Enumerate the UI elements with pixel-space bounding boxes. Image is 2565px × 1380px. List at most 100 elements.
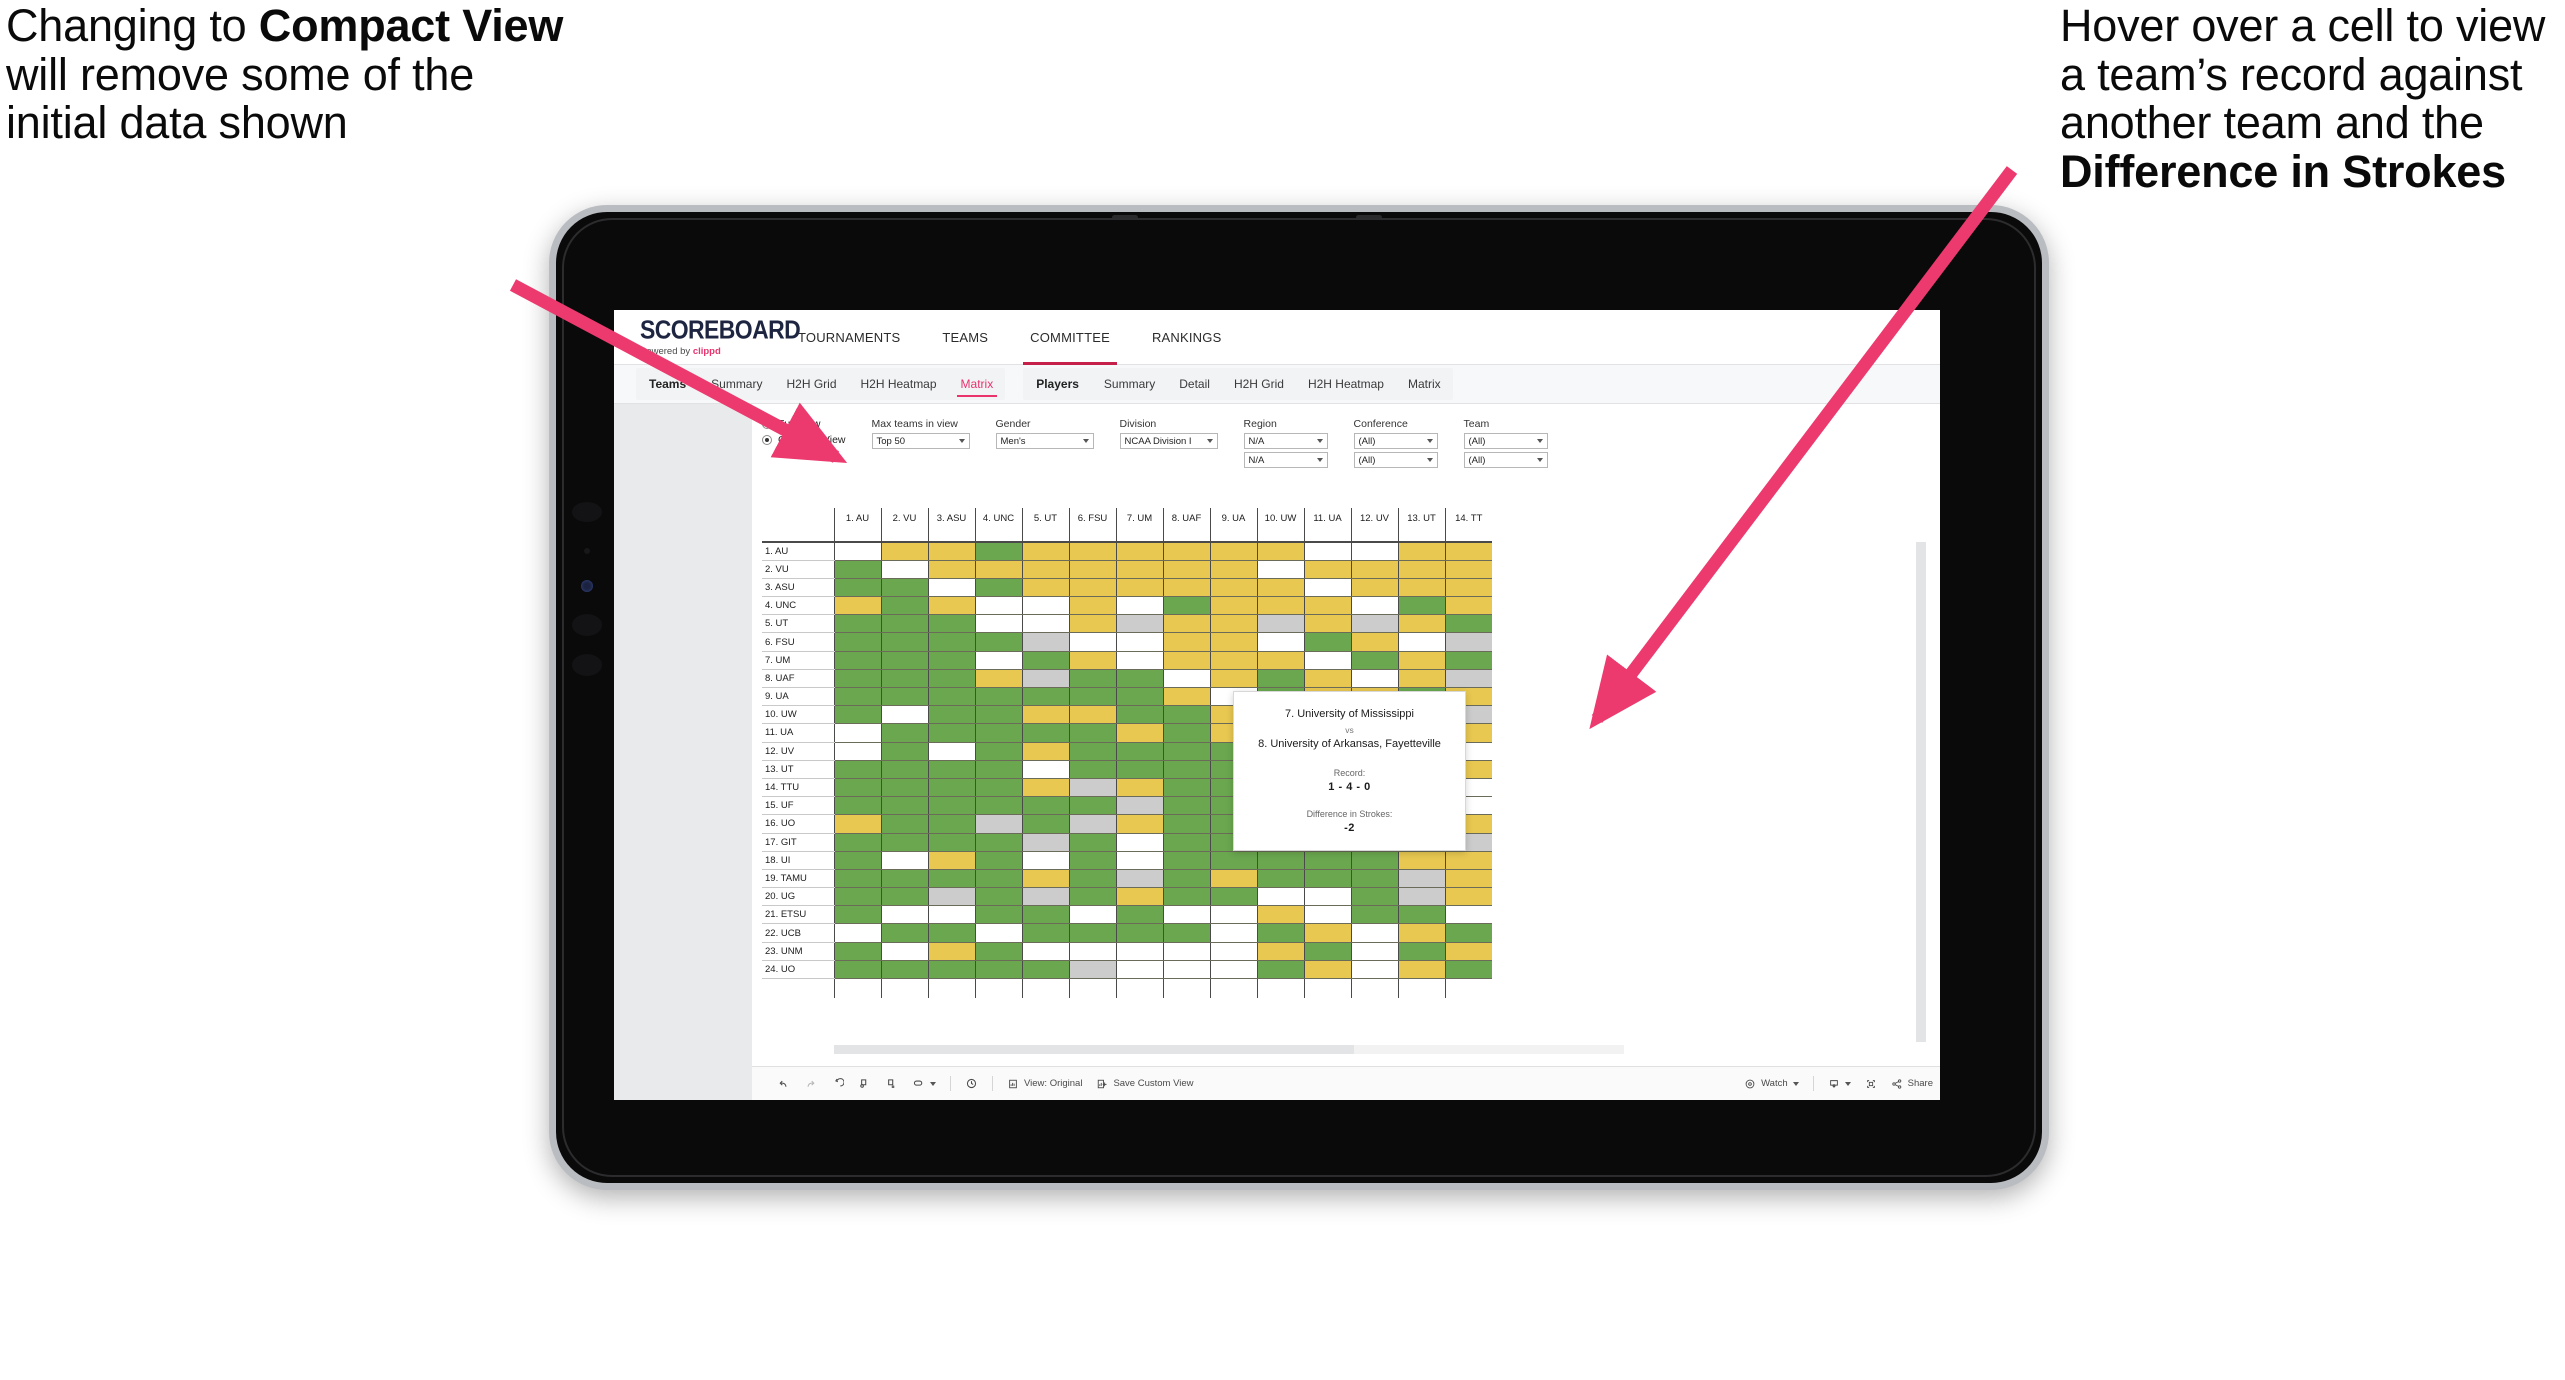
matrix-cell[interactable]: [1350, 651, 1398, 670]
matrix-cell[interactable]: [1162, 687, 1210, 707]
matrix-cell[interactable]: [1115, 669, 1163, 689]
matrix-cell[interactable]: [1021, 560, 1069, 579]
matrix-cell[interactable]: [974, 796, 1022, 816]
region-select-2[interactable]: N/A: [1243, 452, 1328, 468]
matrix-cell[interactable]: [833, 632, 881, 652]
division-select[interactable]: NCAA Division I: [1119, 433, 1218, 449]
matrix-cell[interactable]: [1350, 942, 1398, 961]
matrix-cell[interactable]: [1397, 851, 1445, 870]
vertical-scrollbar-thumb[interactable]: [1916, 542, 1926, 1042]
matrix-row-header[interactable]: 22. UCB: [762, 923, 834, 943]
matrix-cell[interactable]: [833, 887, 881, 907]
matrix-cell[interactable]: [1021, 905, 1069, 925]
matrix-cell[interactable]: [974, 869, 1022, 889]
matrix-column-header[interactable]: 6. FSU: [1068, 508, 1116, 543]
matrix-cell[interactable]: [833, 651, 881, 670]
matrix-cell[interactable]: [1021, 651, 1069, 670]
matrix-cell[interactable]: [1115, 632, 1163, 652]
matrix-cell[interactable]: [974, 923, 1022, 943]
matrix-cell[interactable]: [1209, 905, 1257, 925]
matrix-cell[interactable]: [1209, 632, 1257, 652]
matrix-cell[interactable]: [1115, 923, 1163, 943]
matrix-cell[interactable]: [833, 578, 881, 598]
matrix-cell[interactable]: [880, 869, 928, 889]
matrix-cell[interactable]: [833, 923, 881, 943]
matrix-cell[interactable]: [833, 869, 881, 889]
matrix-cell[interactable]: [927, 814, 975, 834]
matrix-cell[interactable]: [1444, 542, 1492, 561]
matrix-cell[interactable]: [927, 869, 975, 889]
matrix-cell[interactable]: [1303, 869, 1351, 889]
matrix-cell[interactable]: [1162, 578, 1210, 598]
matrix-cell[interactable]: [974, 960, 1022, 980]
matrix-cell[interactable]: [1303, 942, 1351, 961]
matrix-cell[interactable]: [1115, 542, 1163, 561]
matrix-row-header[interactable]: 10. UW: [762, 705, 834, 725]
matrix-cell[interactable]: [1068, 742, 1116, 761]
matrix-cell[interactable]: [1068, 960, 1116, 980]
matrix-cell[interactable]: [1162, 723, 1210, 743]
matrix-cell[interactable]: [1162, 942, 1210, 961]
matrix-cell[interactable]: [1115, 651, 1163, 670]
matrix-cell[interactable]: [974, 760, 1022, 779]
matrix-cell[interactable]: [1162, 887, 1210, 907]
matrix-cell[interactable]: [1068, 632, 1116, 652]
pause-auto-update-button[interactable]: [905, 1067, 943, 1101]
matrix-cell[interactable]: [1068, 596, 1116, 616]
matrix-cell[interactable]: [1068, 796, 1116, 816]
matrix-cell[interactable]: [974, 778, 1022, 798]
tab-teams-h2h-grid[interactable]: H2H Grid: [774, 368, 848, 400]
matrix-cell[interactable]: [1350, 614, 1398, 634]
matrix-cell[interactable]: [1115, 942, 1163, 961]
matrix-cell[interactable]: [1256, 614, 1304, 634]
matrix-cell[interactable]: [1021, 687, 1069, 707]
matrix-cell[interactable]: [1115, 814, 1163, 834]
matrix-column-header[interactable]: 8. UAF: [1162, 508, 1210, 543]
tab-teams-matrix[interactable]: Matrix: [949, 368, 1006, 400]
matrix-row-header[interactable]: 5. UT: [762, 614, 834, 634]
matrix-cell[interactable]: [880, 687, 928, 707]
matrix-cell[interactable]: [880, 778, 928, 798]
matrix-cell[interactable]: [880, 578, 928, 598]
matrix-cell[interactable]: [1021, 578, 1069, 598]
matrix-cell[interactable]: [1209, 869, 1257, 889]
conference-select-2[interactable]: (All): [1353, 452, 1438, 468]
matrix-column-header[interactable]: 12. UV: [1350, 508, 1398, 543]
matrix-cell[interactable]: [927, 614, 975, 634]
matrix-cell[interactable]: [1068, 651, 1116, 670]
matrix-cell[interactable]: [1397, 651, 1445, 670]
tab-players-h2h-heatmap[interactable]: H2H Heatmap: [1296, 368, 1396, 400]
matrix-cell[interactable]: [1209, 960, 1257, 980]
matrix-cell[interactable]: [1068, 833, 1116, 852]
matrix-cell[interactable]: [1444, 560, 1492, 579]
matrix-cell[interactable]: [1209, 614, 1257, 634]
matrix-cell[interactable]: [880, 887, 928, 907]
matrix-cell[interactable]: [1068, 614, 1116, 634]
matrix-cell[interactable]: [833, 614, 881, 634]
matrix-cell[interactable]: [1444, 905, 1492, 925]
matrix-cell[interactable]: [974, 942, 1022, 961]
matrix-cell[interactable]: [1068, 760, 1116, 779]
matrix-cell[interactable]: [1021, 851, 1069, 870]
matrix-cell[interactable]: [1256, 651, 1304, 670]
matrix-cell[interactable]: [927, 833, 975, 852]
matrix-column-header[interactable]: 3. ASU: [927, 508, 975, 543]
matrix-cell[interactable]: [1021, 942, 1069, 961]
matrix-cell[interactable]: [1209, 560, 1257, 579]
matrix-cell[interactable]: [880, 723, 928, 743]
matrix-cell[interactable]: [1162, 596, 1210, 616]
matrix-cell[interactable]: [1209, 923, 1257, 943]
matrix-cell[interactable]: [974, 905, 1022, 925]
matrix-cell[interactable]: [1256, 596, 1304, 616]
matrix-cell[interactable]: [974, 705, 1022, 725]
matrix-row-header[interactable]: 4. UNC: [762, 596, 834, 616]
matrix-row-header[interactable]: 21. ETSU: [762, 905, 834, 925]
matrix-cell[interactable]: [833, 814, 881, 834]
matrix-cell[interactable]: [1162, 651, 1210, 670]
matrix-cell[interactable]: [1162, 760, 1210, 779]
undo-button[interactable]: [770, 1067, 797, 1101]
matrix-cell[interactable]: [974, 887, 1022, 907]
matrix-row-header[interactable]: 9. UA: [762, 687, 834, 707]
matrix-cell[interactable]: [1350, 560, 1398, 579]
matrix-cell[interactable]: [927, 578, 975, 598]
